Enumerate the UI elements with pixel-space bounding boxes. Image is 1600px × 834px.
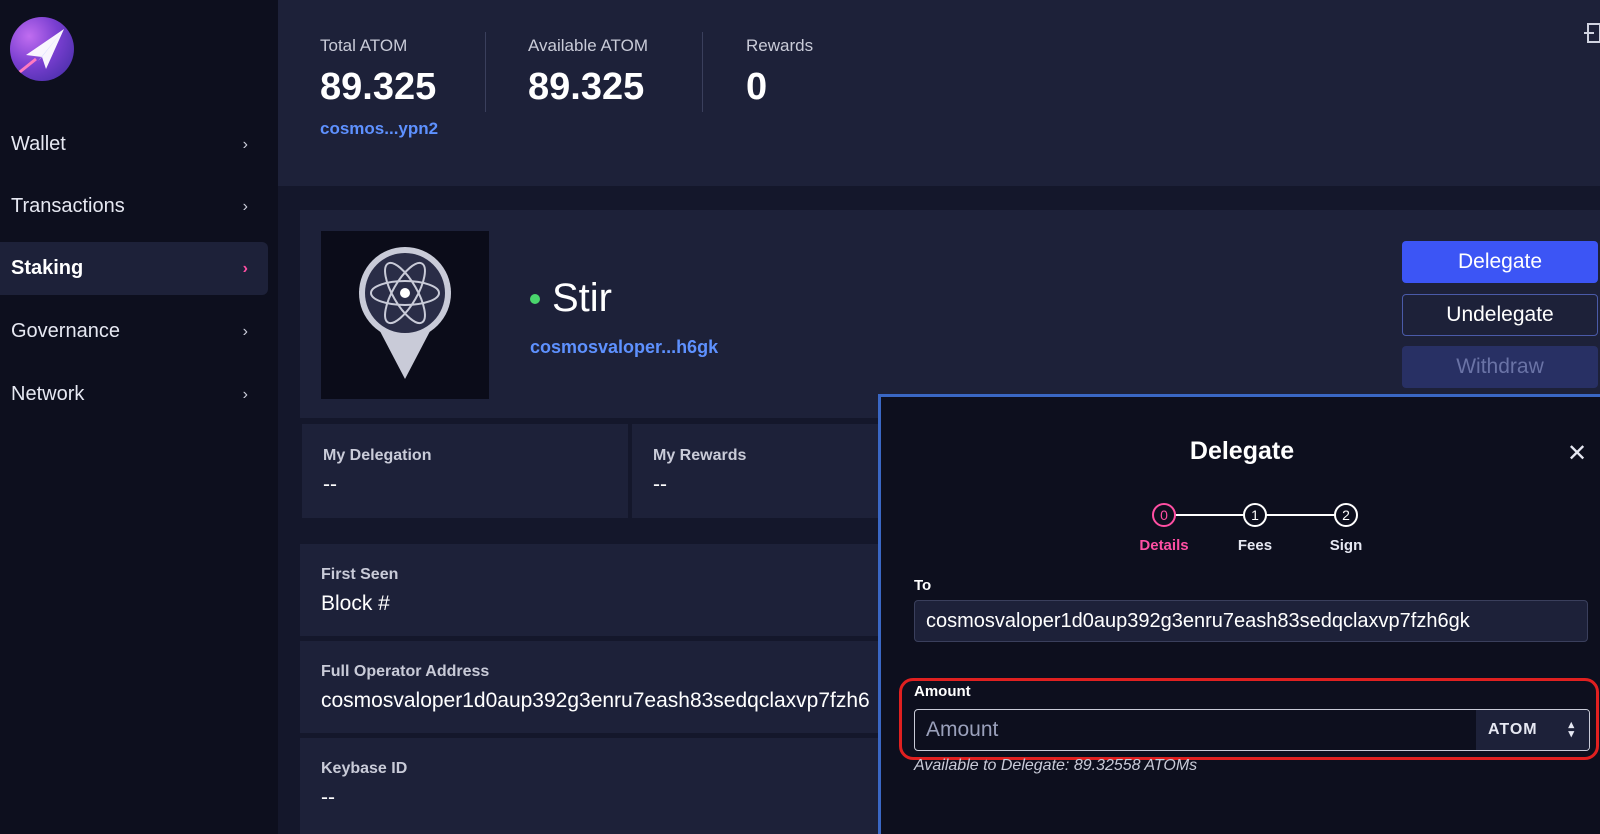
available-atom-value: 89.325 xyxy=(528,66,645,108)
my-delegation-label: My Delegation xyxy=(323,447,432,464)
divider xyxy=(485,32,486,112)
delegate-button[interactable]: Delegate xyxy=(1402,241,1598,283)
select-arrows-icon: ▴ ▾ xyxy=(1568,719,1575,740)
first-seen-row: First Seen Block # xyxy=(300,544,878,636)
validator-name-text: Stir xyxy=(552,276,612,320)
unit-select[interactable]: ATOM ▴ ▾ xyxy=(1476,710,1589,750)
sidebar-item-label: Staking xyxy=(11,257,84,279)
withdraw-button[interactable]: Withdraw xyxy=(1402,346,1598,388)
first-seen-value: Block # xyxy=(321,592,390,615)
chevron-right-icon: › xyxy=(242,259,248,277)
step-details[interactable]: 0 xyxy=(1152,503,1176,527)
step-fees-label: Fees xyxy=(1237,537,1273,554)
total-atom-value: 89.325 xyxy=(320,66,437,108)
validator-address-link[interactable]: cosmosvaloper...h6gk xyxy=(530,337,718,358)
sidebar-item-label: Governance xyxy=(11,320,120,342)
my-delegation-value: -- xyxy=(323,473,337,496)
header: Total ATOM 89.325 cosmos...ypn2 Availabl… xyxy=(278,0,1600,186)
sidebar: Wallet › Transactions › Staking › Govern… xyxy=(0,0,278,834)
available-atom-label: Available ATOM xyxy=(528,36,649,55)
sidebar-item-label: Wallet xyxy=(11,133,66,155)
operator-address-row: Full Operator Address cosmosvaloper1d0au… xyxy=(300,641,878,733)
sidebar-item-label: Transactions xyxy=(11,195,125,217)
total-atom-stat: Total ATOM 89.325 cosmos...ypn2 xyxy=(320,36,438,139)
wallet-address-link[interactable]: cosmos...ypn2 xyxy=(320,119,438,139)
undelegate-button[interactable]: Undelegate xyxy=(1402,294,1598,336)
keybase-row: Keybase ID -- xyxy=(300,738,878,834)
sidebar-item-wallet[interactable]: Wallet › xyxy=(0,118,268,171)
delegate-modal: Delegate ✕ 0 1 2 Details Fees Sign To co… xyxy=(878,394,1600,834)
rewards-stat: Rewards 0 xyxy=(746,36,813,109)
step-details-label: Details xyxy=(1139,537,1189,554)
keybase-label: Keybase ID xyxy=(321,760,408,777)
my-rewards-value: -- xyxy=(653,473,667,496)
to-field[interactable]: cosmosvaloper1d0aup392g3enru7eash83sedqc… xyxy=(914,600,1588,642)
cosmos-atom-icon xyxy=(359,247,451,379)
chevron-right-icon: › xyxy=(242,322,248,340)
unit-select-value: ATOM xyxy=(1488,721,1538,738)
first-seen-label: First Seen xyxy=(321,566,399,583)
amount-input[interactable] xyxy=(915,710,1476,750)
available-atom-stat: Available ATOM 89.325 xyxy=(528,36,648,109)
step-sign-label: Sign xyxy=(1329,537,1363,554)
validator-avatar xyxy=(321,231,489,399)
modal-title: Delegate xyxy=(1189,437,1295,465)
chevron-right-icon: › xyxy=(242,385,248,403)
close-icon[interactable]: ✕ xyxy=(1567,439,1587,468)
amount-label: Amount xyxy=(914,683,971,700)
validator-name: Stir xyxy=(530,276,612,321)
rewards-value: 0 xyxy=(746,66,768,108)
step-fees[interactable]: 1 xyxy=(1243,503,1267,527)
total-atom-label: Total ATOM xyxy=(320,36,408,55)
app-logo-icon[interactable] xyxy=(10,17,74,81)
my-rewards-box: My Rewards -- xyxy=(632,424,878,518)
sidebar-item-network[interactable]: Network › xyxy=(0,368,268,421)
divider xyxy=(702,32,703,112)
operator-address-label: Full Operator Address xyxy=(321,663,490,680)
chevron-right-icon: › xyxy=(242,197,248,215)
available-to-delegate: Available to Delegate: 89.32558 ATOMs xyxy=(914,757,1198,774)
my-rewards-label: My Rewards xyxy=(653,447,747,464)
my-delegation-box: My Delegation -- xyxy=(302,424,628,518)
step-sign[interactable]: 2 xyxy=(1334,503,1358,527)
exit-icon[interactable] xyxy=(1584,22,1600,44)
to-label: To xyxy=(914,577,932,594)
sidebar-item-transactions[interactable]: Transactions › xyxy=(0,180,268,233)
operator-address-value: cosmosvaloper1d0aup392g3enru7eash83sedqc… xyxy=(321,689,870,712)
rewards-label: Rewards xyxy=(746,36,814,55)
status-indicator xyxy=(530,293,540,304)
chevron-right-icon: › xyxy=(242,135,248,153)
keybase-value: -- xyxy=(321,786,335,809)
sidebar-item-governance[interactable]: Governance › xyxy=(0,305,268,358)
sidebar-item-label: Network xyxy=(11,383,85,405)
sidebar-item-staking[interactable]: Staking › xyxy=(0,242,268,295)
amount-field-wrapper: ATOM ▴▾ xyxy=(914,709,1590,751)
